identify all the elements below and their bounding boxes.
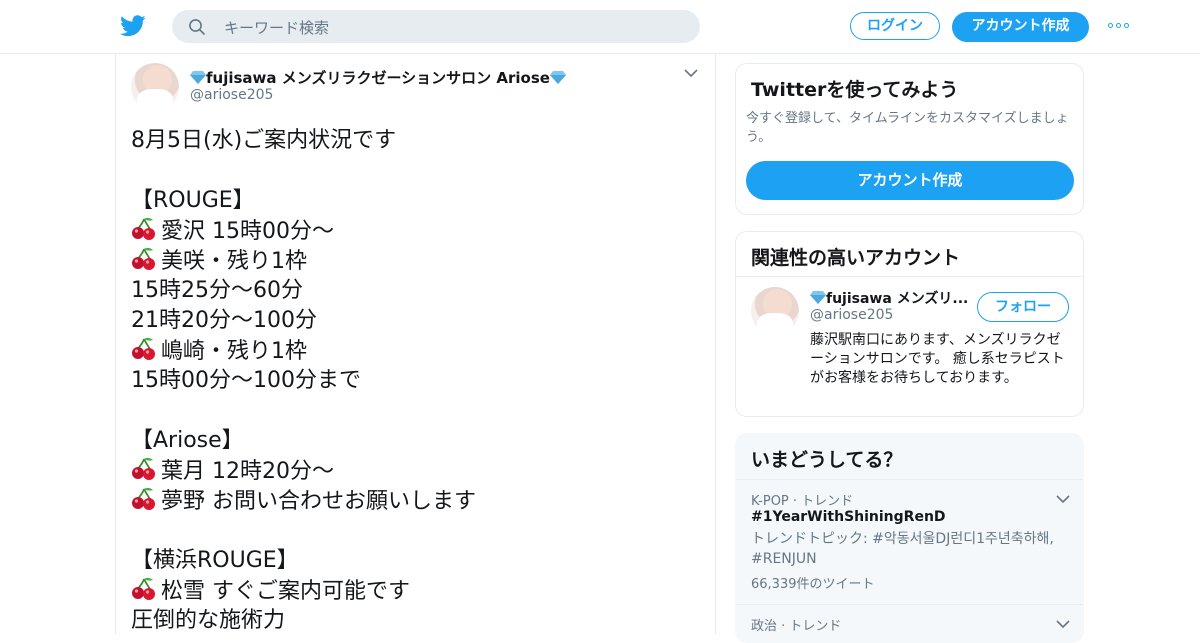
tweet-line [131,156,701,186]
more-options-icon[interactable] [1108,22,1130,30]
tweet-line [131,396,701,426]
chevron-down-icon[interactable] [684,68,698,78]
search-icon [189,19,205,35]
tweet-line-text: 【横浜ROUGE】 [131,548,299,573]
author-handle[interactable]: @ariose205 [190,87,273,103]
signup-card: Twitterを使ってみよう 今すぐ登録して、タイムラインをカスタマイズしましょ… [735,63,1084,215]
login-button[interactable]: ログイン [850,12,940,40]
cherry-icon [131,216,157,242]
tweet-line-text: 【Ariose】 [131,428,244,453]
trend-name: #1YearWithShiningRenD [751,509,946,525]
tweet-line: 葉月 12時20分～ [131,456,701,486]
top-navigation-bar: キーワード検索 ログイン アカウント作成 [0,0,1200,54]
trends-card: いまどうしてる？ K-POP · トレンド #1YearWithShiningR… [735,433,1084,643]
signup-card-description: 今すぐ登録して、タイムラインをカスタマイズしましょう。 [746,111,1069,145]
chevron-down-icon[interactable] [1056,619,1070,629]
divider [736,479,1083,480]
trend-item[interactable]: 政治 · トレンド [751,615,1071,634]
trend-meta: 政治 · トレンド [751,619,842,634]
chevron-down-icon[interactable] [1056,494,1070,504]
tweet-line-text: 松雪 すぐご案内可能です [161,579,410,604]
related-account-handle[interactable]: @ariose205 [810,307,893,323]
divider [736,276,1083,277]
tweet-line: 15時25分～60分 [131,276,701,306]
tweet-text: 8月5日(水)ご案内状況です 【ROUGE】愛沢 15時00分～ 美咲・残り1枠 15… [131,126,701,636]
trend-description: トレンドトピック: #악동서울DJ런디1주년축하해, #RENJUN [751,531,1054,567]
related-account-name-text: fujisawa メンズリ... [826,291,969,307]
tweet-line-text: 夢野 お問い合わせお願いします [161,489,476,514]
trend-meta: K-POP · トレンド [751,494,854,509]
tweet-line-text: 15時25分～60分 [131,278,303,303]
gem-icon [810,291,826,304]
tweet-line [131,516,701,546]
signup-button[interactable]: アカウント作成 [952,12,1089,42]
signup-card-title: Twitterを使ってみよう [751,79,959,101]
tweet-line: 嶋崎・残り1枠 [131,336,701,366]
cherry-icon [131,456,157,482]
tweet-line-text: 【ROUGE】 [131,188,255,213]
trends-title: いまどうしてる？ [751,449,903,471]
author-name[interactable]: fujisawa メンズリラクゼーションサロン Ariose [190,67,566,88]
tweet-line-text: 愛沢 15時00分～ [161,219,334,244]
author-avatar[interactable] [131,63,179,111]
tweet-line-text: 嶋崎・残り1枠 [161,339,307,364]
tweet-line-text: 15時00分～100分まで [131,368,361,393]
cherry-icon [131,246,157,272]
tweet-line: 夢野 お問い合わせお願いします [131,486,701,516]
tweet-line: 【ROUGE】 [131,186,701,216]
tweet-line-text: 美咲・残り1枠 [161,249,307,274]
signup-card-button[interactable]: アカウント作成 [746,161,1074,200]
twitter-bird-icon[interactable] [120,14,146,38]
tweet-line: 15時00分～100分まで [131,366,701,396]
tweet-line: 愛沢 15時00分～ [131,216,701,246]
tweet-line-text: 8月5日(水)ご案内状況です [131,128,397,153]
divider [736,604,1083,605]
related-accounts-title: 関連性の高いアカウント [751,247,961,269]
gem-icon [190,71,206,84]
related-account-name[interactable]: fujisawa メンズリ... [810,288,970,308]
tweet-line-text: 葉月 12時20分～ [161,459,334,484]
gem-icon [549,71,566,84]
search-placeholder: キーワード検索 [224,19,330,37]
tweet-line: 圧倒的な施術力 [131,606,701,636]
tweet-line: 【Ariose】 [131,426,701,456]
cherry-icon [131,486,157,512]
search-field[interactable]: キーワード検索 [172,10,700,43]
related-account-avatar[interactable] [751,287,799,335]
follow-button[interactable]: フォロー [977,292,1069,322]
trend-tweet-count: 66,339件のツイート [751,577,875,592]
cherry-icon [131,576,157,602]
tweet-line: 8月5日(水)ご案内状況です [131,126,701,156]
trend-item[interactable]: K-POP · トレンド #1YearWithShiningRenD トレンドト… [751,490,1071,592]
related-accounts-card: 関連性の高いアカウント fujisawa メンズリ... @ariose205 … [735,231,1084,417]
author-name-text: fujisawa メンズリラクゼーションサロン Ariose [206,69,550,87]
tweet-line-text: 圧倒的な施術力 [131,608,286,633]
tweet-line: 松雪 すぐご案内可能です [131,576,701,606]
tweet-line: 美咲・残り1枠 [131,246,701,276]
tweet-line-text: 21時20分～100分 [131,308,317,333]
related-account-bio: 藤沢駅南口にあります、メンズリラクゼーションサロンです。 癒し系セラピストがお客… [810,332,1065,386]
cherry-icon [131,336,157,362]
tweet-line: 【横浜ROUGE】 [131,546,701,576]
tweet-line: 21時20分～100分 [131,306,701,336]
